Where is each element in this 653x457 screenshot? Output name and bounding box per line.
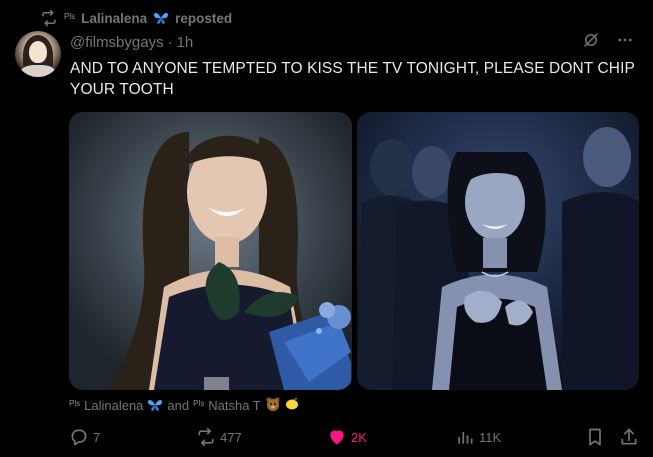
reply-icon <box>69 427 89 447</box>
action-bar: 7 477 2K 11K <box>69 426 641 448</box>
repost-badge: Pls <box>64 11 76 21</box>
views-count: 11K <box>479 429 502 445</box>
avatar[interactable] <box>15 31 61 77</box>
bear-emoji-icon <box>265 396 281 415</box>
photo-right[interactable] <box>357 112 639 390</box>
repost-button[interactable]: 477 <box>196 426 242 448</box>
tagged-users[interactable]: Pls Lalinalena and Pls Natsha T <box>69 396 299 414</box>
post-text: AND TO ANYONE TEMPTED TO KISS THE TV TON… <box>70 60 635 98</box>
repost-icon <box>40 9 58 27</box>
photo-right-illustration <box>357 112 639 390</box>
reply-count: 7 <box>93 429 101 445</box>
share-icon <box>619 427 639 447</box>
views-button[interactable]: 11K <box>455 426 501 448</box>
tag-badge-2: Pls <box>193 398 205 408</box>
post-top-actions <box>581 30 635 50</box>
lemon-emoji-icon <box>285 397 299 414</box>
tag-badge-1: Pls <box>69 398 81 408</box>
repost-icon <box>196 427 216 447</box>
views-icon <box>455 427 475 447</box>
tag-name-1: Lalinalena <box>84 397 144 413</box>
repost-name[interactable]: Lalinalena <box>81 11 147 26</box>
grok-icon[interactable] <box>581 30 601 50</box>
bookmark-icon <box>585 427 605 447</box>
post-handle[interactable]: @filmsbygays <box>70 34 164 51</box>
share-button[interactable] <box>619 426 639 448</box>
reply-button[interactable]: 7 <box>69 426 100 448</box>
repost-header[interactable]: Pls Lalinalena reposted <box>40 8 232 28</box>
photo-left-illustration <box>69 112 352 390</box>
like-button[interactable]: 2K <box>327 426 367 448</box>
more-icon[interactable] <box>615 30 635 50</box>
butterfly-icon <box>147 398 163 412</box>
heart-icon <box>327 427 347 447</box>
bookmark-button[interactable] <box>585 426 605 448</box>
tag-name-2: Natsha T <box>208 397 261 413</box>
repost-count: 477 <box>220 429 242 445</box>
media-grid <box>69 112 639 390</box>
avatar-face <box>29 41 47 63</box>
post-meta: @filmsbygays · 1h <box>70 32 193 52</box>
repost-label: reposted <box>175 10 233 26</box>
butterfly-icon <box>153 11 169 25</box>
tag-and: and <box>167 397 190 413</box>
avatar-shirt <box>21 65 55 77</box>
meta-separator: · <box>167 33 173 51</box>
post-time[interactable]: 1h <box>177 34 194 51</box>
photo-left[interactable] <box>69 112 352 390</box>
like-count: 2K <box>351 429 367 445</box>
